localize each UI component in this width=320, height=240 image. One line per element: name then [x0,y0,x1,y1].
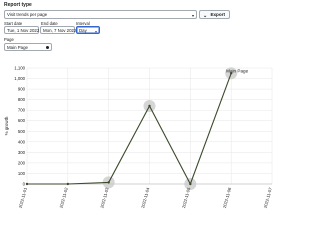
start-date-value: Tue, 1 Nov 2022 [7,28,40,33]
y-axis-label: % growth [4,116,9,135]
data-point[interactable] [189,182,192,186]
growth-chart: 0 100 200 300 400 500 600 700 800 900 1,000 1,100 2… [4,66,273,209]
data-point[interactable] [148,104,151,108]
y-tick-label: 300 [18,150,26,155]
y-tick-label: 0 [23,182,26,187]
interval-select[interactable]: Day ▾ [76,26,100,34]
page-select[interactable]: Main Page [4,43,52,51]
chevron-down-icon: ▾ [191,13,194,18]
y-tick-label: 900 [18,87,26,92]
report-type-select[interactable]: Visit trends per page ▾ [4,10,197,19]
y-tick-label: 800 [18,97,26,102]
x-tick-label: 2022-11-02 [59,186,69,208]
dot-icon [46,46,49,49]
x-tick-label: 2022-11-07 [263,186,273,208]
series-label: Main Page [226,68,248,73]
export-button[interactable]: ⌄ Export [199,10,230,19]
data-point[interactable] [107,181,110,184]
y-tick-label: 1,100 [14,66,25,71]
y-tick-label: 700 [18,108,26,113]
x-tick-label: 2022-11-01 [18,186,28,208]
x-tick-label: 2022-11-03 [99,186,109,208]
end-date-value: Mon, 7 Nov 2022 [43,28,77,33]
export-label: Export [210,12,225,17]
y-tick-label: 500 [18,129,26,134]
x-tick-label: 2022-11-04 [140,186,150,208]
data-point[interactable] [25,182,29,186]
chevron-down-icon: ⌄ [203,13,208,19]
page-value: Main Page [7,45,28,50]
series-line-main-page [27,73,232,186]
y-tick-label: 200 [18,160,26,165]
start-date-field[interactable]: Tue, 1 Nov 2022 [4,26,39,34]
y-tick-label: 400 [18,139,26,144]
report-type-label: Report type [4,2,32,8]
page-label: Page [4,37,14,42]
y-tick-label: 600 [18,118,26,123]
data-point[interactable] [66,182,70,186]
end-date-field[interactable]: Mon, 7 Nov 2022 [40,26,77,34]
x-tick-label: 2022-11-05 [181,186,191,208]
y-tick-label: 100 [18,171,26,176]
y-tick-label: 1,000 [14,76,25,81]
x-tick-label: 2022-11-06 [222,186,232,208]
interval-value: Day [79,28,87,33]
report-type-value: Visit trends per page [7,12,48,17]
chevron-down-icon: ▾ [94,29,97,34]
